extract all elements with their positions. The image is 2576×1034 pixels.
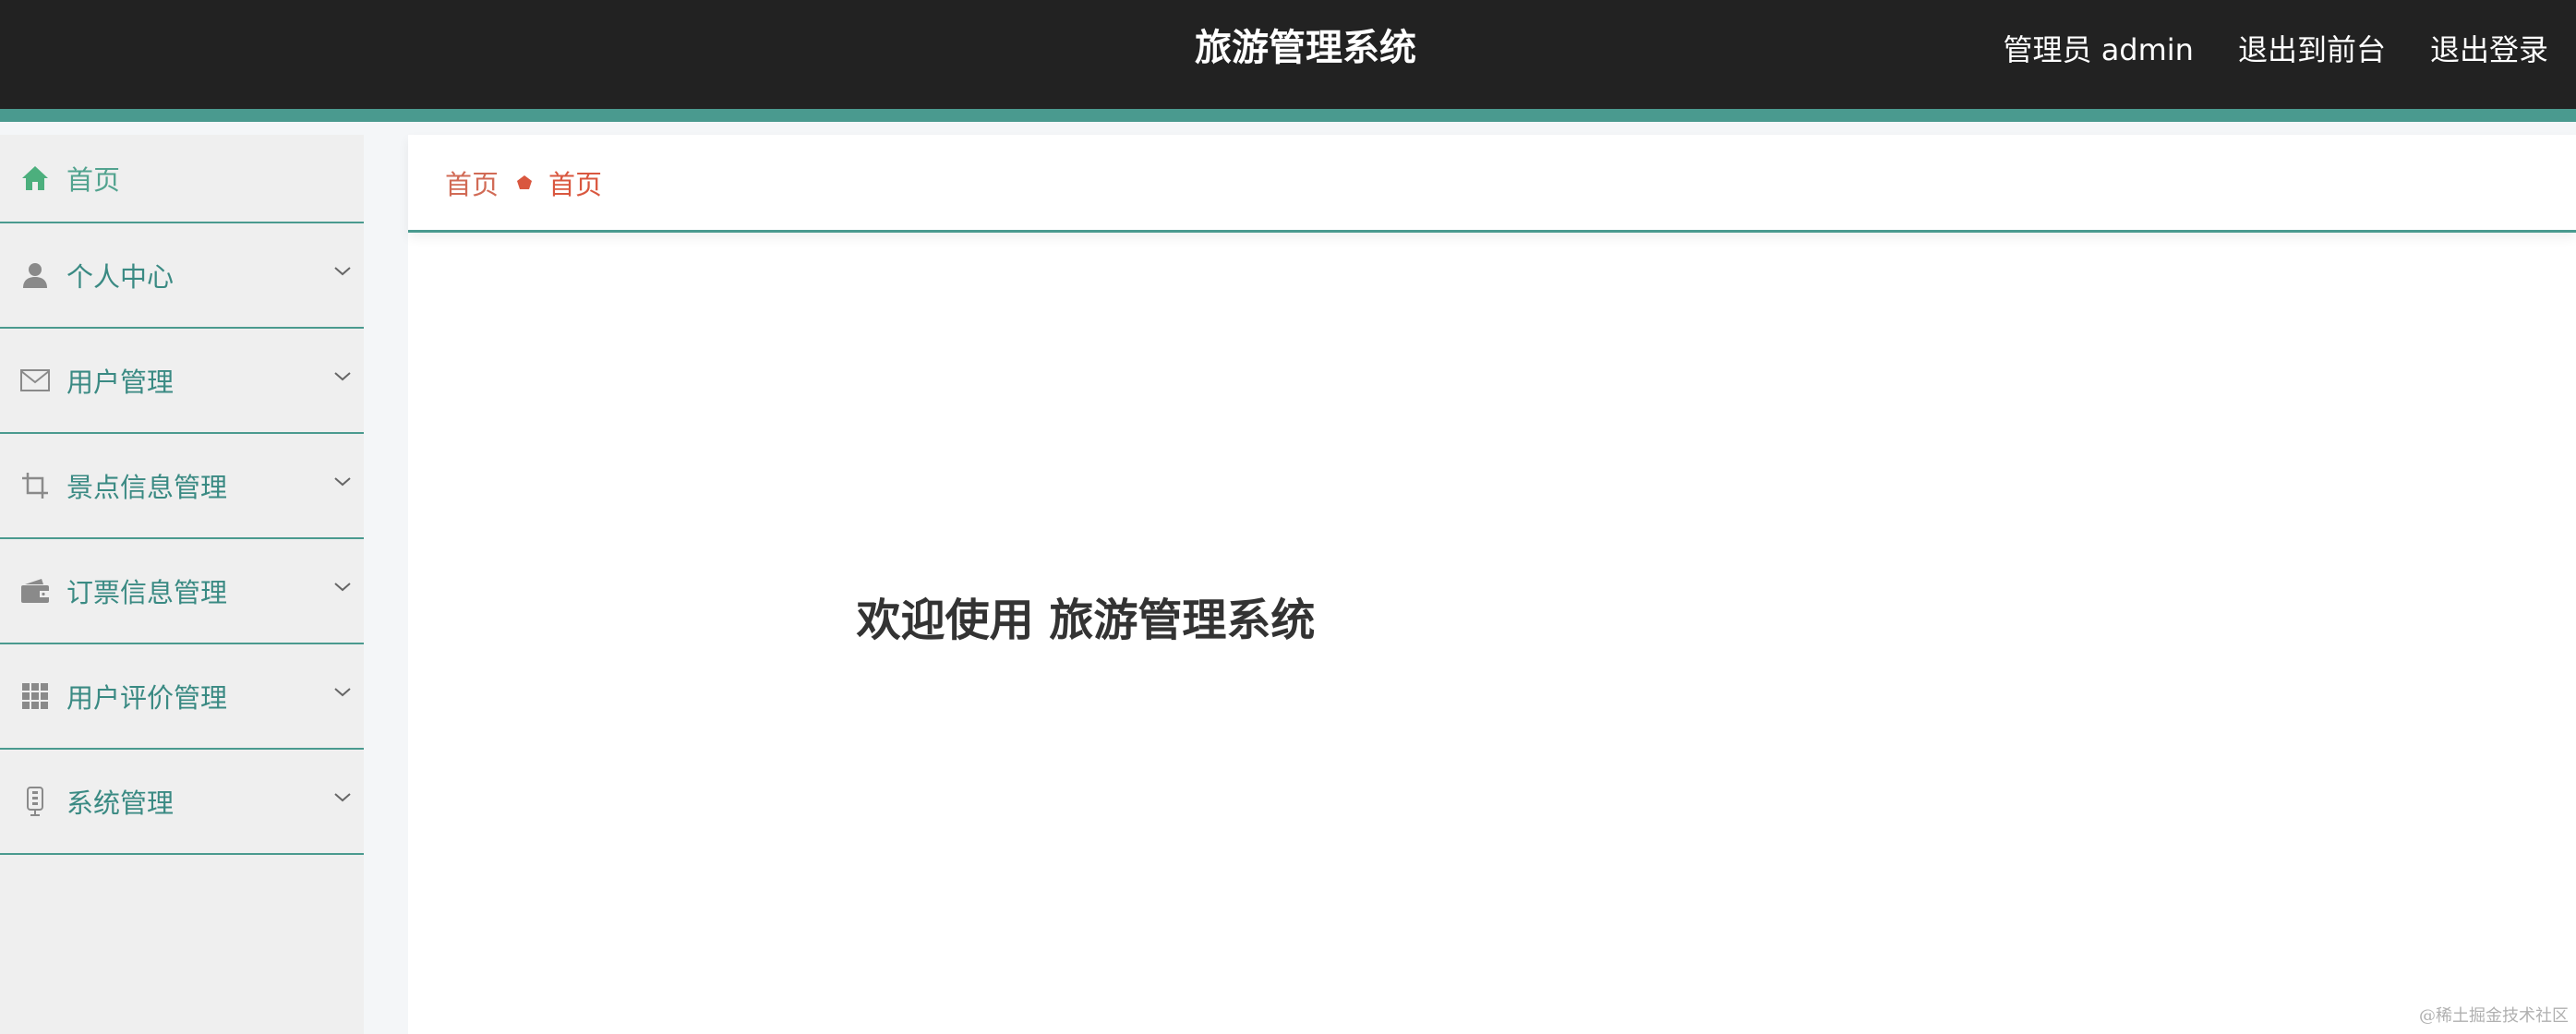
sidebar-item-label: 订票信息管理 xyxy=(66,577,228,608)
sidebar-item-scenic-spots[interactable]: 景点信息管理 xyxy=(0,434,364,539)
sidebar: 首页 个人中心 用户管理 景点信息管理 订票信息管理 用户评价管理 系统管理 xyxy=(0,135,364,1034)
header-accent-bar xyxy=(0,109,2576,122)
chevron-down-icon xyxy=(334,688,351,697)
sidebar-item-label: 用户评价管理 xyxy=(66,682,228,714)
wallet-icon xyxy=(18,574,52,607)
sidebar-item-label: 系统管理 xyxy=(66,788,175,819)
grid-icon xyxy=(18,679,52,713)
chevron-down-icon xyxy=(334,793,351,802)
sidebar-item-ticket-booking[interactable]: 订票信息管理 xyxy=(0,539,364,644)
breadcrumb: 首页 首页 xyxy=(408,135,2576,233)
user-icon xyxy=(18,258,52,292)
crop-icon xyxy=(18,469,52,502)
sidebar-item-label: 景点信息管理 xyxy=(66,472,228,503)
home-icon xyxy=(18,162,52,195)
top-actions: 管理员 admin 退出到前台 退出登录 xyxy=(2004,0,2548,96)
sidebar-item-label: 首页 xyxy=(66,164,121,196)
device-icon xyxy=(18,785,52,818)
current-user-label: 管理员 admin xyxy=(2003,32,2194,67)
sidebar-item-home[interactable]: 首页 xyxy=(0,135,364,223)
welcome-heading: 欢迎使用 旅游管理系统 xyxy=(856,595,1316,646)
watermark-text: @稀土掘金技术社区 xyxy=(2419,1006,2569,1026)
main-content: 首页 首页 欢迎使用 旅游管理系统 xyxy=(408,135,2576,1034)
chevron-down-icon xyxy=(334,583,351,592)
sidebar-item-profile[interactable]: 个人中心 xyxy=(0,223,364,329)
chevron-down-icon xyxy=(334,477,351,487)
sidebar-item-user-reviews[interactable]: 用户评价管理 xyxy=(0,644,364,750)
to-frontend-link[interactable]: 退出到前台 xyxy=(2238,27,2386,69)
sidebar-item-user-management[interactable]: 用户管理 xyxy=(0,329,364,434)
breadcrumb-item-current: 首页 xyxy=(548,168,603,200)
breadcrumb-item-home[interactable]: 首页 xyxy=(445,163,499,202)
pentagon-separator-icon xyxy=(515,174,534,192)
sidebar-item-label: 用户管理 xyxy=(66,367,175,398)
logout-link[interactable]: 退出登录 xyxy=(2430,27,2548,69)
chevron-down-icon xyxy=(334,372,351,381)
envelope-icon xyxy=(18,364,52,397)
chevron-down-icon xyxy=(334,267,351,276)
sidebar-item-label: 个人中心 xyxy=(66,261,175,293)
sidebar-item-system[interactable]: 系统管理 xyxy=(0,750,364,855)
top-header: 旅游管理系统 管理员 admin 退出到前台 退出登录 xyxy=(0,0,2576,122)
